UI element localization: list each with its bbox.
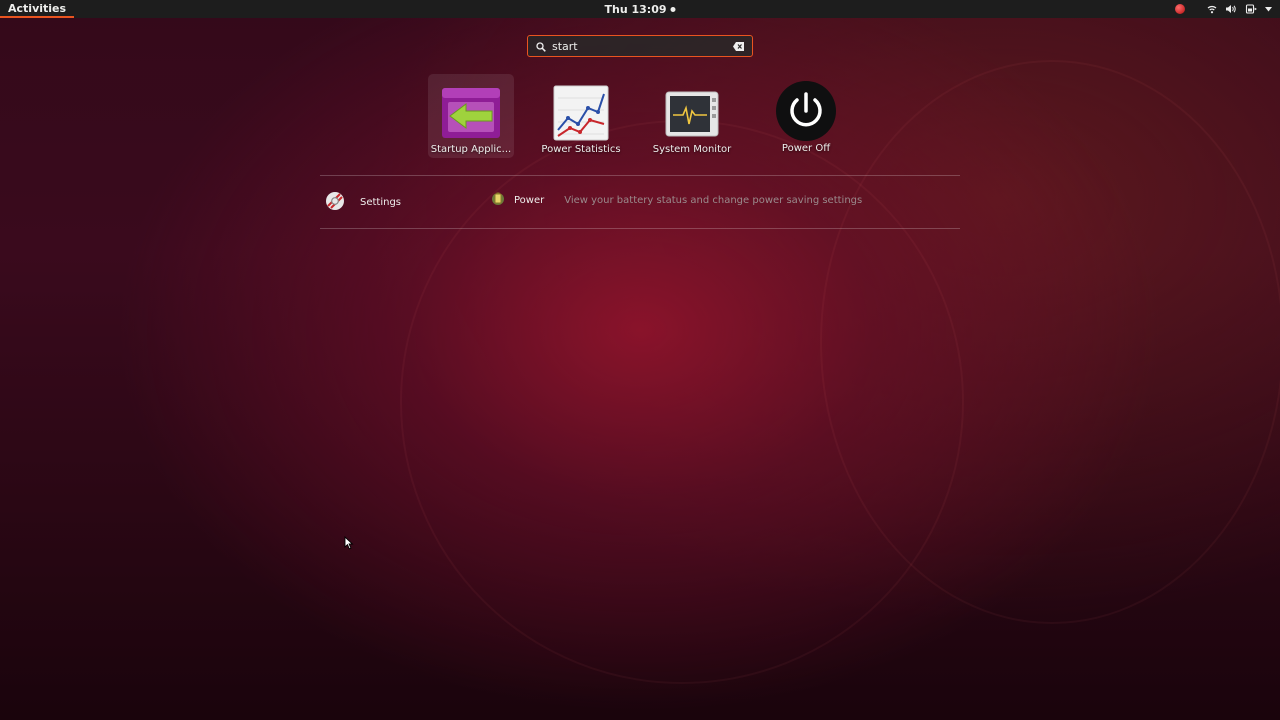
separator: [320, 175, 960, 176]
app-power-statistics[interactable]: Power Statistics: [538, 74, 624, 158]
system-tray[interactable]: [1175, 0, 1272, 18]
activities-button[interactable]: Activities: [0, 0, 75, 18]
search-box[interactable]: [527, 35, 753, 57]
startup-applications-icon: [440, 82, 502, 144]
top-bar: Activities Thu 13:09: [0, 0, 1280, 18]
clock-label: Thu 13:09: [604, 2, 667, 16]
system-monitor-icon: [661, 82, 723, 144]
separator: [320, 228, 960, 229]
app-label: Startup Applic...: [430, 144, 512, 155]
result-title: Power: [514, 194, 545, 206]
power-icon[interactable]: [1245, 4, 1257, 14]
result-description: View your battery status and change powe…: [564, 194, 863, 206]
app-label: Power Off: [781, 143, 831, 154]
search-icon: [536, 37, 546, 56]
settings-icon: [324, 190, 346, 215]
clear-icon[interactable]: [733, 41, 744, 51]
search-input[interactable]: [552, 39, 733, 53]
app-label: Power Statistics: [541, 144, 621, 155]
chevron-down-icon[interactable]: [1265, 6, 1272, 12]
power-statistics-icon: [550, 82, 612, 144]
provider-settings[interactable]: Settings: [324, 190, 401, 215]
app-system-monitor[interactable]: System Monitor: [649, 74, 735, 158]
app-power-off[interactable]: Power Off: [763, 74, 849, 158]
volume-icon[interactable]: [1225, 4, 1237, 14]
power-off-icon: [775, 80, 837, 142]
notification-dot: [670, 6, 676, 12]
activities-label: Activities: [8, 1, 67, 15]
app-label: System Monitor: [652, 144, 732, 155]
record-icon[interactable]: [1175, 4, 1185, 14]
result-power[interactable]: Power View your battery status and chang…: [490, 190, 862, 210]
mouse-pointer-icon: [344, 535, 354, 554]
app-startup-applications[interactable]: Startup Applic...: [428, 74, 514, 158]
wallpaper-swirl: [820, 60, 1280, 624]
clock[interactable]: Thu 13:09: [604, 0, 676, 18]
network-icon[interactable]: [1207, 4, 1217, 14]
provider-label: Settings: [360, 197, 402, 208]
power-battery-icon: [490, 191, 506, 210]
